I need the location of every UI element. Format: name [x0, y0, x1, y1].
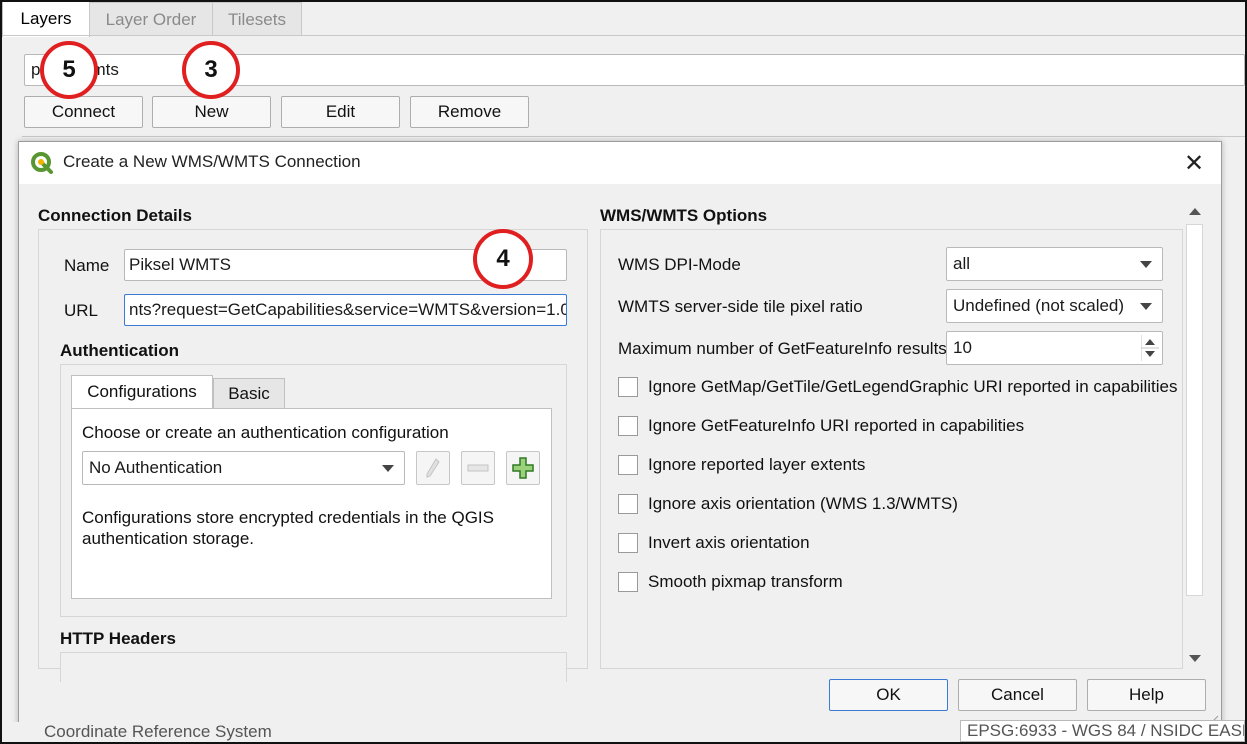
checkbox-smooth-pixmap[interactable]: Smooth pixmap transform	[618, 572, 843, 592]
options-heading: WMS/WMTS Options	[600, 206, 768, 225]
auth-description: Configurations store encrypted credentia…	[82, 508, 494, 548]
checkbox-ignore-getmap[interactable]: Ignore GetMap/GetTile/GetLegendGraphic U…	[618, 377, 1177, 397]
checkbox-label: Ignore axis orientation (WMS 1.3/WMTS)	[648, 494, 958, 513]
checkbox-ignore-extents[interactable]: Ignore reported layer extents	[618, 455, 865, 475]
ok-button[interactable]: OK	[829, 679, 948, 711]
remove-auth-button[interactable]	[461, 451, 495, 485]
checkbox-label: Invert axis orientation	[648, 533, 810, 552]
checkbox-label: Ignore GetFeatureInfo URI reported in ca…	[648, 416, 1025, 435]
auth-tab-configurations[interactable]: Configurations	[71, 375, 213, 408]
options-scrollbar[interactable]	[1184, 202, 1205, 668]
crs-label: Coordinate Reference System	[44, 722, 272, 741]
name-field-value: Piksel WMTS	[129, 255, 231, 274]
new-button[interactable]: New	[152, 96, 271, 128]
checkbox-box[interactable]	[618, 572, 638, 592]
chevron-down-icon	[1140, 261, 1152, 268]
tab-tilesets[interactable]: Tilesets	[212, 2, 302, 36]
url-field-value: nts?request=GetCapabilities&service=WMTS…	[129, 300, 567, 319]
auth-config-value: No Authentication	[89, 458, 223, 477]
max-features-label: Maximum number of GetFeatureInfo results	[618, 339, 947, 358]
connection-details-heading: Connection Details	[38, 206, 192, 225]
auth-tab-basic[interactable]: Basic	[213, 378, 285, 408]
scroll-thumb[interactable]	[1186, 224, 1203, 596]
add-auth-button[interactable]	[506, 451, 540, 485]
spin-arrows-icon[interactable]	[1141, 335, 1159, 361]
tile-ratio-select[interactable]: Undefined (not scaled)	[946, 289, 1163, 323]
help-button[interactable]: Help	[1087, 679, 1206, 711]
status-bar: Coordinate Reference System EPSG:6933 - …	[2, 720, 1245, 742]
url-field[interactable]: nts?request=GetCapabilities&service=WMTS…	[124, 294, 567, 326]
scroll-up-icon[interactable]	[1189, 208, 1201, 215]
max-features-spinbox[interactable]: 10	[946, 331, 1163, 365]
edit-auth-button[interactable]	[416, 451, 450, 485]
new-connection-dialog: Create a New WMS/WMTS Connection ✕ Conne…	[18, 141, 1222, 728]
checkbox-box[interactable]	[618, 455, 638, 475]
checkbox-label: Ignore GetMap/GetTile/GetLegendGraphic U…	[648, 377, 1178, 396]
dpi-mode-label: WMS DPI-Mode	[618, 255, 741, 274]
http-headers-group	[60, 652, 567, 682]
cancel-button[interactable]: Cancel	[958, 679, 1077, 711]
checkbox-box[interactable]	[618, 416, 638, 436]
checkbox-box[interactable]	[618, 533, 638, 553]
connect-button[interactable]: Connect	[24, 96, 143, 128]
max-features-value: 10	[953, 338, 972, 357]
name-label: Name	[64, 256, 110, 275]
dialog-titlebar: Create a New WMS/WMTS Connection ✕	[19, 142, 1221, 184]
remove-button[interactable]: Remove	[410, 96, 529, 128]
chevron-down-icon	[382, 465, 394, 472]
crs-value[interactable]: EPSG:6933 - WGS 84 / NSIDC EASE-G	[960, 720, 1245, 742]
annotation-step-5: 5	[40, 41, 98, 99]
scroll-down-icon[interactable]	[1189, 655, 1201, 662]
checkbox-box[interactable]	[618, 494, 638, 514]
minus-icon	[467, 464, 489, 472]
checkbox-invert-axis[interactable]: Invert axis orientation	[618, 533, 810, 553]
checkbox-box[interactable]	[618, 377, 638, 397]
authentication-heading: Authentication	[60, 341, 179, 360]
tab-layer-order[interactable]: Layer Order	[89, 2, 213, 36]
tab-bar: Layers Layer Order Tilesets	[2, 0, 1245, 37]
auth-prompt: Choose or create an authentication confi…	[82, 423, 449, 442]
pencil-icon	[426, 458, 440, 478]
tab-divider	[2, 35, 1245, 36]
checkbox-label: Ignore reported layer extents	[648, 455, 866, 474]
checkbox-label: Smooth pixmap transform	[648, 572, 843, 591]
annotation-step-3: 3	[182, 41, 240, 99]
tile-ratio-value: Undefined (not scaled)	[953, 296, 1125, 315]
edit-button[interactable]: Edit	[281, 96, 400, 128]
qgis-logo-icon	[31, 152, 53, 174]
chevron-down-icon	[1140, 303, 1152, 310]
auth-config-select[interactable]: No Authentication	[82, 451, 405, 485]
dpi-mode-select[interactable]: all	[946, 247, 1163, 281]
close-icon[interactable]: ✕	[1181, 150, 1207, 177]
annotation-step-4: 4	[473, 229, 533, 289]
tile-ratio-label: WMTS server-side tile pixel ratio	[618, 297, 863, 316]
dpi-mode-value: all	[953, 254, 971, 273]
tab-layers[interactable]: Layers	[2, 0, 90, 37]
dialog-title: Create a New WMS/WMTS Connection	[63, 152, 361, 171]
http-headers-heading: HTTP Headers	[60, 629, 176, 648]
checkbox-ignore-axis[interactable]: Ignore axis orientation (WMS 1.3/WMTS)	[618, 494, 958, 514]
plus-icon	[512, 457, 534, 479]
url-label: URL	[64, 301, 99, 320]
checkbox-ignore-getfeatureinfo[interactable]: Ignore GetFeatureInfo URI reported in ca…	[618, 416, 1024, 436]
